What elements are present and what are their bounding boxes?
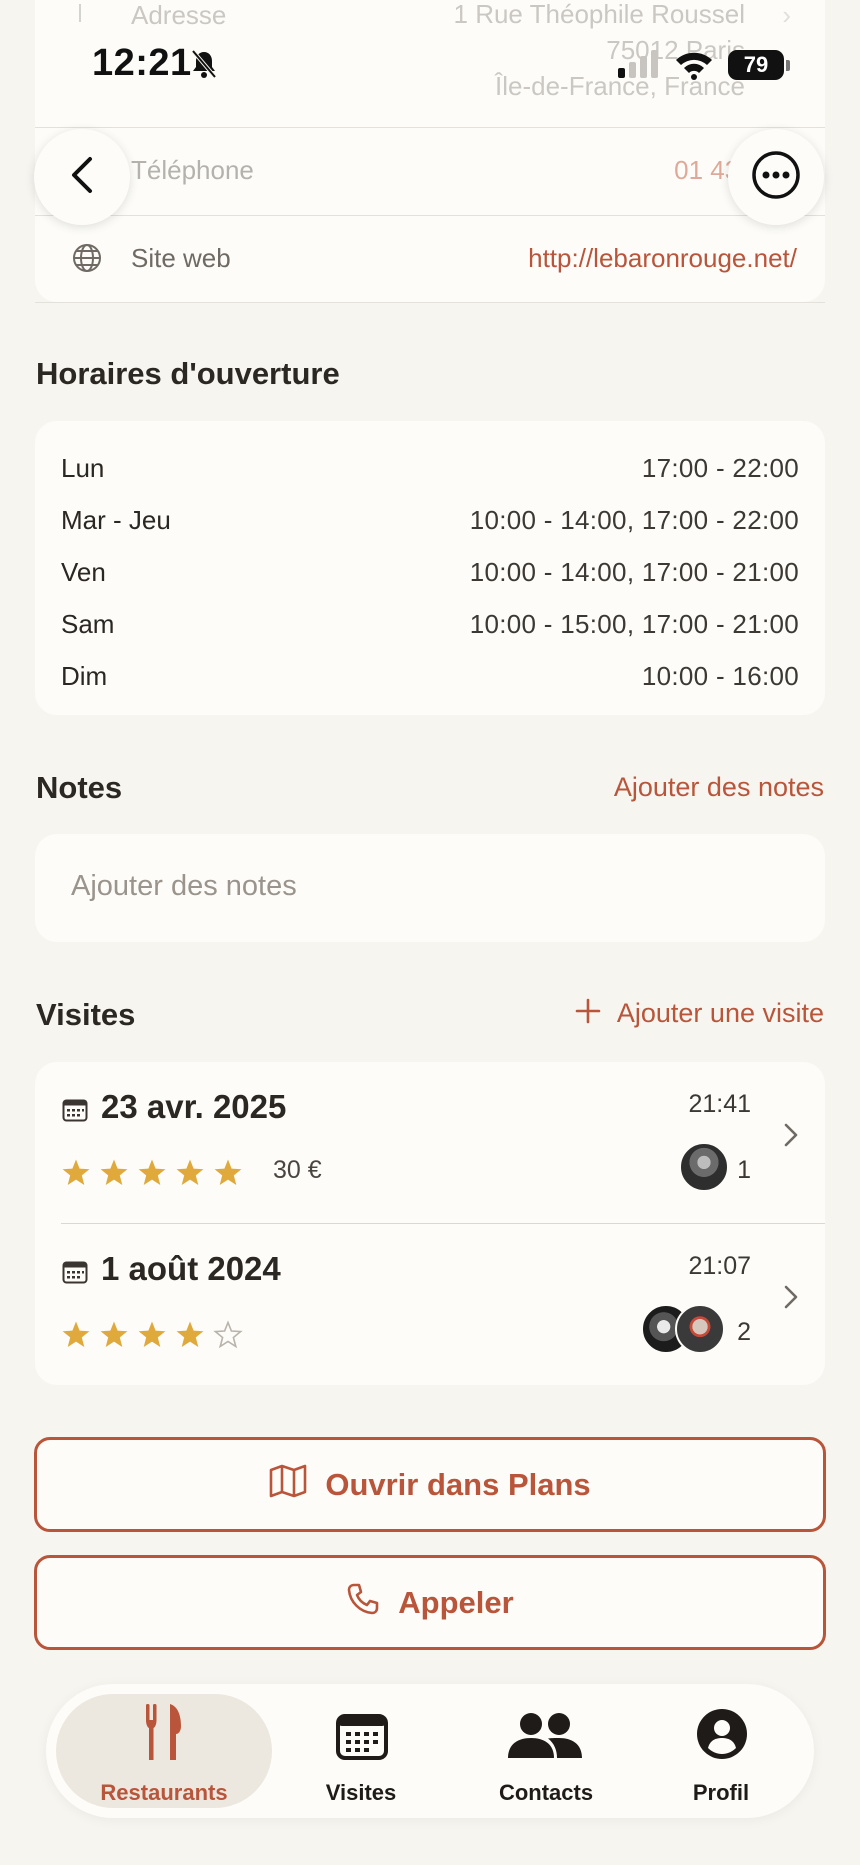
star-filled-icon [175,1158,205,1193]
star-filled-icon [99,1158,129,1193]
hours-day: Lun [61,453,105,483]
back-button[interactable] [34,129,130,225]
person-circle-icon [696,1708,748,1765]
hours-day: Sam [61,609,115,639]
wifi-icon [674,50,714,85]
hours-value: 10:00 - 14:00, 17:00 - 22:00 [469,505,799,535]
open-in-maps-button[interactable]: Ouvrir dans Plans [34,1437,826,1532]
star-filled-icon [213,1158,243,1193]
hours-row-sat: Sam 10:00 - 15:00, 17:00 - 21:00 [61,597,799,649]
phone-icon [346,1582,380,1624]
tab-label: Contacts [498,1780,594,1805]
plus-icon [575,998,601,1029]
avatar [675,1304,725,1354]
star-filled-icon [61,1320,91,1355]
hours-value: 10:00 - 16:00 [641,661,799,691]
rating-stars [61,1158,243,1193]
calendar-icon [62,1098,88,1127]
hours-row-fri: Ven 10:00 - 14:00, 17:00 - 21:00 [61,545,799,597]
tab-label: Profil [692,1780,750,1805]
participant-count: 1 [737,1156,751,1184]
status-bar: 12:21 79 [0,40,860,90]
battery-indicator: 79 [728,50,784,80]
hours-day: Dim [61,661,108,691]
address-line-1: 1 Rue Théophile Roussel [453,0,745,29]
globe-icon [71,242,103,279]
hours-row-mon: Lun 17:00 - 22:00 [61,441,799,493]
hours-day: Mar - Jeu [61,505,171,535]
star-filled-icon [61,1158,91,1193]
notes-section-title: Notes [36,770,123,805]
calendar-icon [62,1260,88,1289]
visits-section-title: Visites [36,997,136,1032]
calendar-icon [336,1712,388,1765]
address-label: Adresse [131,0,227,30]
visit-date: 1 août 2024 [101,1250,281,1287]
chevron-right-icon: › [782,0,791,30]
avatar [679,1142,729,1192]
fork-knife-icon [144,1704,184,1767]
website-link[interactable]: http://lebaronrouge.net/ [528,243,797,274]
call-button[interactable]: Appeler [34,1555,826,1650]
more-options-button[interactable] [728,129,824,225]
tab-contacts[interactable]: Contacts [456,1684,636,1818]
visits-card: 23 avr. 2025 21:41 30 € 1 1 août 2024 21… [35,1062,825,1385]
ellipsis-circle-icon [751,150,801,205]
tab-profil[interactable]: Profil [646,1684,796,1818]
rating-stars [61,1320,243,1355]
hours-value: 10:00 - 14:00, 17:00 - 21:00 [469,557,799,587]
tab-visites[interactable]: Visites [286,1684,436,1818]
visit-time: 21:41 [688,1090,751,1118]
notes-placeholder: Ajouter des notes [71,870,297,902]
visit-time: 21:07 [688,1252,751,1280]
visit-row[interactable]: 1 août 2024 21:07 2 [35,1224,825,1387]
tab-label: Restaurants [100,1780,228,1805]
visit-row[interactable]: 23 avr. 2025 21:41 30 € 1 [35,1062,825,1225]
call-label: Appeler [398,1584,514,1620]
bell-slash-icon [188,48,220,85]
hours-value: 10:00 - 15:00, 17:00 - 21:00 [469,609,799,639]
phone-row[interactable]: Téléphone 01 43 43 1 [35,127,825,215]
status-time: 12:21 [92,42,192,84]
hours-section-title: Horaires d'ouverture [36,356,340,391]
star-filled-icon [137,1320,167,1355]
star-filled-icon [99,1320,129,1355]
visit-date: 23 avr. 2025 [101,1088,287,1125]
hours-value: 17:00 - 22:00 [641,453,799,483]
chevron-left-icon [68,155,96,200]
people-icon [508,1712,582,1765]
phone-label: Téléphone [131,155,254,185]
map-icon [269,1464,307,1506]
add-visit-button[interactable]: Ajouter une visite [575,998,824,1029]
hours-day: Ven [61,557,106,587]
star-filled-icon [137,1158,167,1193]
tab-bar: Restaurants Visites Contacts Profil [46,1684,814,1818]
add-notes-link[interactable]: Ajouter des notes [614,772,824,803]
add-visit-label: Ajouter une visite [616,998,824,1028]
hours-row-sun: Dim 10:00 - 16:00 [61,649,799,701]
location-pin-icon [71,2,89,29]
visit-price: 30 € [273,1156,322,1184]
website-label: Site web [131,243,231,273]
tab-label: Visites [325,1780,397,1805]
open-in-maps-label: Ouvrir dans Plans [325,1466,591,1502]
website-row[interactable]: Site web http://lebaronrouge.net/ [35,215,825,303]
tab-restaurants[interactable]: Restaurants [56,1684,272,1818]
hours-row-tue-thu: Mar - Jeu 10:00 - 14:00, 17:00 - 22:00 [61,493,799,545]
chevron-right-icon [783,1284,799,1315]
participant-count: 2 [737,1318,751,1346]
cellular-signal-icon [618,50,662,83]
chevron-right-icon [783,1122,799,1153]
hours-card: Lun 17:00 - 22:00 Mar - Jeu 10:00 - 14:0… [35,421,825,715]
star-filled-icon [175,1320,205,1355]
notes-field[interactable]: Ajouter des notes [35,834,825,942]
battery-tip [786,60,790,71]
star-empty-icon [213,1320,243,1355]
